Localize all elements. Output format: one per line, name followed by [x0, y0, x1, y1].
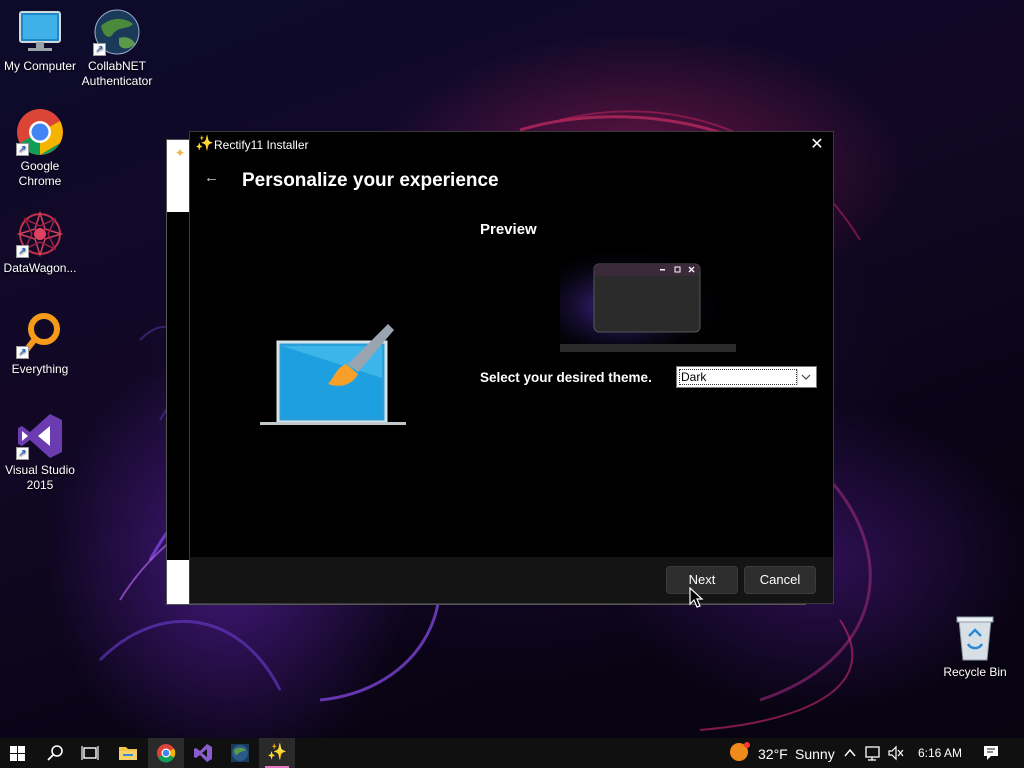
start-button[interactable] [0, 738, 36, 768]
volume-muted-icon[interactable] [885, 738, 907, 768]
weather-alert-dot [744, 742, 750, 748]
cancel-button[interactable]: Cancel [744, 566, 816, 594]
sparkle-icon: ✨ [195, 135, 214, 152]
desktop-icon-label: CollabNET Authenticator [81, 59, 153, 88]
title-bar[interactable]: ✨ Rectify11 Installer ✕ [190, 132, 833, 158]
taskbar-chrome[interactable] [148, 738, 184, 768]
mouse-cursor-icon [689, 587, 704, 608]
chevron-down-icon[interactable] [797, 369, 814, 385]
visual-studio-icon: ↗ [16, 412, 64, 460]
chrome-icon [157, 744, 176, 763]
shortcut-arrow-icon: ↗ [16, 447, 29, 460]
taskbar-search-button[interactable] [37, 738, 73, 768]
desktop-icon-datawagon[interactable]: ↗ DataWagon... [0, 210, 80, 276]
taskbar-clock[interactable]: 6:16 AM [918, 746, 962, 760]
taskbar: ✨ 32°F Sunny 6:16 AM [0, 738, 1024, 768]
desktop-icon-everything[interactable]: ↗ Everything [0, 311, 80, 377]
task-view-button[interactable] [72, 738, 108, 768]
desktop-icon-recycle-bin[interactable]: Recycle Bin [935, 614, 1015, 680]
desktop-icon-label: Everything [11, 362, 69, 376]
windows-logo-icon [10, 746, 25, 761]
desktop-icon-label: My Computer [3, 59, 77, 73]
weather-condition: Sunny [795, 746, 835, 762]
recycle-bin-icon [951, 614, 999, 662]
task-view-icon [81, 746, 99, 760]
taskbar-file-explorer[interactable] [110, 738, 146, 768]
mandala-icon: ↗ [16, 210, 64, 258]
taskbar-visual-studio[interactable] [185, 738, 221, 768]
installer-footer: Next Cancel [190, 557, 833, 603]
back-arrow-icon[interactable]: ← [204, 170, 220, 186]
desktop-icon-label: Google Chrome [18, 159, 62, 188]
preview-label: Preview [480, 221, 537, 238]
laptop-paintbrush-illustration [258, 318, 408, 433]
theme-dropdown-value: Dark [679, 369, 797, 385]
desktop-icon-my-computer[interactable]: My Computer [0, 8, 80, 74]
page-title: Personalize your experience [242, 170, 499, 191]
globe-icon [231, 744, 249, 762]
chevron-up-icon[interactable] [839, 738, 861, 768]
background-window-panel [167, 560, 191, 604]
desktop-icon-label: Visual Studio 2015 [5, 463, 75, 492]
shortcut-arrow-icon: ↗ [16, 143, 29, 156]
theme-dropdown[interactable]: Dark [676, 366, 817, 388]
desktop-icon-label: Recycle Bin [943, 665, 1007, 679]
weather-temperature: 32°F [758, 746, 788, 762]
desktop-icon-label: DataWagon... [3, 261, 77, 275]
shortcut-arrow-icon: ↗ [16, 245, 29, 258]
taskbar-collabnet[interactable] [222, 738, 258, 768]
chrome-icon: ↗ [16, 108, 64, 156]
window-title: Rectify11 Installer [214, 138, 309, 152]
installer-window: ✨ Rectify11 Installer ✕ ← Personalize yo… [189, 131, 834, 604]
network-icon[interactable] [862, 738, 884, 768]
globe-icon: ↗ [93, 8, 141, 56]
desktop-icon-collabnet[interactable]: ↗ CollabNET Authenticator [77, 8, 157, 89]
taskbar-rectify11-installer[interactable]: ✨ [259, 738, 295, 768]
folder-icon [119, 747, 137, 760]
shortcut-arrow-icon: ↗ [16, 346, 29, 359]
desktop-icon-visual-studio[interactable]: ↗ Visual Studio 2015 [0, 412, 80, 493]
shortcut-arrow-icon: ↗ [93, 43, 106, 56]
desktop-icon-google-chrome[interactable]: ↗ Google Chrome [0, 108, 80, 189]
close-button[interactable]: ✕ [801, 132, 833, 158]
magnifier-icon: ↗ [16, 311, 64, 359]
theme-preview [560, 250, 736, 352]
theme-label: Select your desired theme. [480, 370, 652, 385]
notification-icon[interactable] [982, 744, 1000, 760]
monitor-icon [16, 8, 64, 56]
visual-studio-icon [194, 744, 212, 762]
search-icon [47, 745, 63, 761]
sparkle-icon: ✦ [175, 146, 186, 160]
sparkle-icon: ✨ [267, 744, 287, 761]
desktop: My Computer ↗ CollabNET Authenticator ↗ … [0, 0, 1024, 738]
